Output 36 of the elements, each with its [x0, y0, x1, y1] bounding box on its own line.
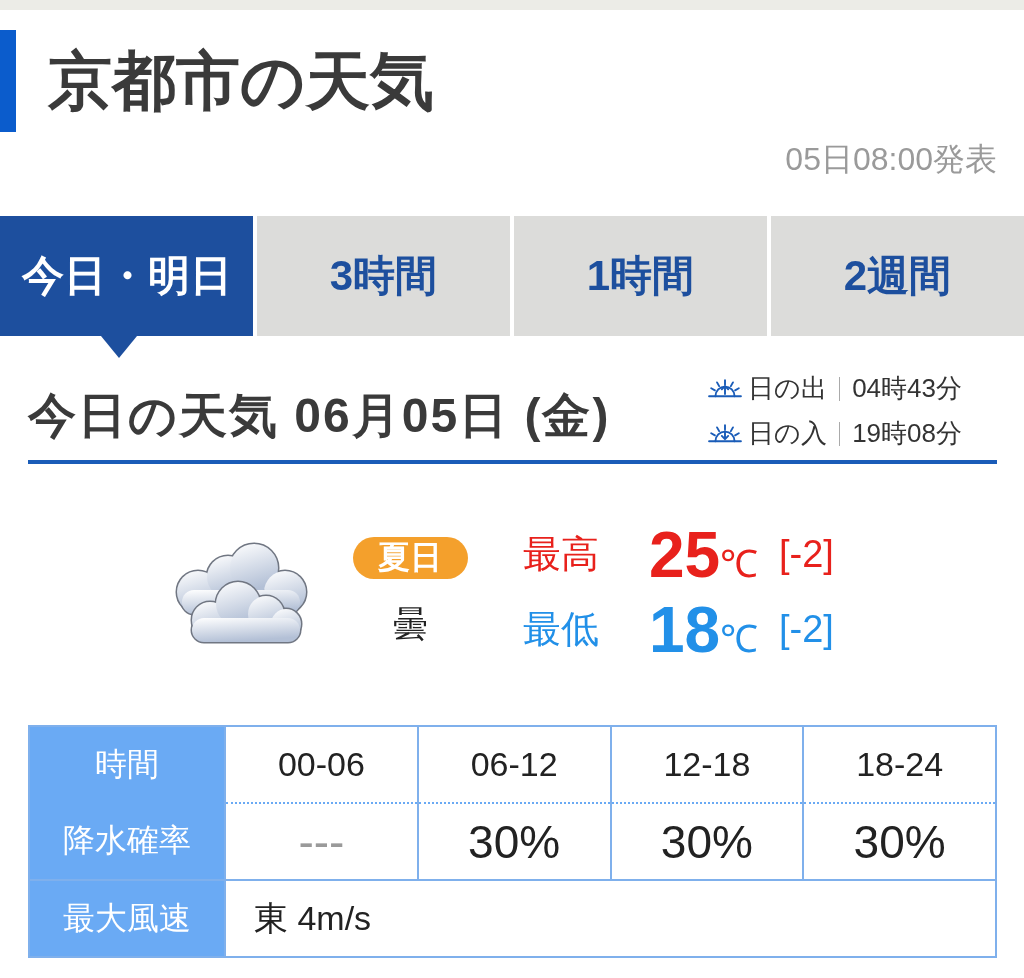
table-cell: 00-06 — [225, 726, 418, 803]
temperature-value: 25 — [649, 517, 721, 592]
table-cell: 30% — [417, 803, 611, 880]
temperature-label: 最低 — [523, 607, 600, 652]
table-cell: 18-24 — [803, 726, 996, 803]
temperature-change: [-2] — [779, 533, 834, 576]
temperature-unit: ℃ — [720, 541, 759, 587]
temperature-change: [-2] — [779, 608, 834, 651]
temperature-value: 18 — [649, 592, 721, 667]
table-cell: 06-12 — [417, 726, 611, 803]
row-header: 時間 — [29, 726, 225, 803]
table-cell: 30% — [803, 803, 996, 880]
row-header: 最大風速 — [29, 880, 225, 957]
page-title: 京都市の天気 — [48, 43, 434, 119]
issued-time: 05日08:00発表 — [785, 140, 997, 178]
table-cell: --- — [225, 803, 418, 880]
sun-event-label: 日の出 — [748, 372, 828, 405]
wind-value: 東 4m/s — [225, 880, 996, 957]
table-cell: 12-18 — [610, 726, 804, 803]
temperature-unit: ℃ — [720, 616, 759, 662]
tab[interactable]: 2週間 — [771, 216, 1024, 336]
tab[interactable]: 3時間 — [257, 216, 510, 336]
day-heading: 今日の天気 06月05日 (金) — [28, 388, 611, 444]
tab[interactable]: 1時間 — [514, 216, 767, 336]
table-cell: 30% — [610, 803, 804, 880]
tab[interactable]: 今日・明日 — [0, 216, 253, 336]
temperature-label: 最高 — [523, 532, 600, 577]
sun-event-time: 19時08分 — [852, 417, 962, 450]
weather-condition: 曇 — [392, 602, 428, 645]
sun-event-label: 日の入 — [748, 417, 828, 450]
sunset-icon — [708, 424, 743, 443]
row-header: 降水確率 — [29, 803, 225, 880]
weather-badge: 夏日 — [352, 536, 468, 579]
tab-pointer-icon — [100, 336, 137, 358]
sun-event-time: 04時43分 — [852, 372, 962, 405]
sunrise-icon — [708, 379, 743, 398]
